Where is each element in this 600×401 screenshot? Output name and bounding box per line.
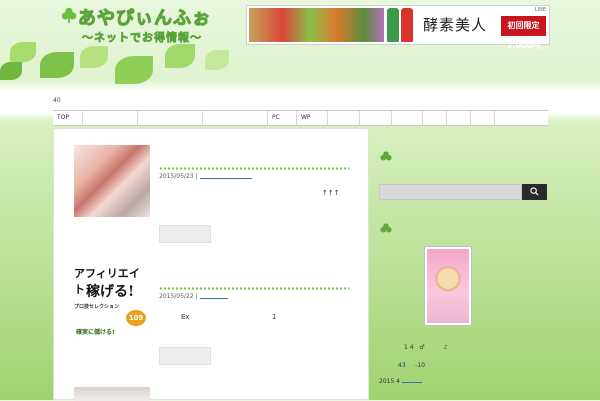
clover-icon	[380, 223, 392, 233]
profile-photo	[424, 246, 472, 326]
nav-item-pc[interactable]: PC	[268, 111, 297, 125]
profile-text: 43 -10	[398, 362, 425, 369]
post-excerpt: Ex	[181, 313, 190, 321]
post-excerpt: 1	[272, 313, 277, 321]
nav-item[interactable]	[471, 111, 495, 125]
main-content: 2015/05/23 | ↑↑↑ アフィリエイト 稼げる! プロ技セレクション …	[53, 128, 369, 401]
leaf-decoration	[165, 44, 195, 68]
leaf-decoration	[0, 62, 22, 80]
nav-item[interactable]	[83, 111, 138, 125]
leaf-decoration	[115, 56, 153, 84]
read-more-button[interactable]	[159, 225, 211, 243]
leaf-decoration	[40, 52, 74, 78]
site-header: あやぴぃんふぉ ～ネットでお得情報～ 酵素美人 初回限定 2,000円 LINE	[0, 0, 600, 92]
post-excerpt: ↑↑↑	[322, 189, 340, 197]
post-thumbnail[interactable]	[74, 145, 150, 217]
thumbnail-badge: プロ技セレクション	[74, 304, 120, 310]
nav-item[interactable]	[495, 111, 548, 125]
thumbnail-footer: 確実に儲ける!	[76, 329, 115, 336]
logo-title: あやぴぃんふぉ	[78, 8, 211, 30]
search-input[interactable]	[379, 184, 522, 200]
leaf-decoration	[10, 42, 36, 62]
post-meta: 2015/05/23 |	[159, 173, 252, 180]
global-nav: TOP PC WP	[53, 110, 548, 126]
banner-title: 酵素美人	[423, 16, 488, 34]
profile-date: 2015 4	[379, 378, 400, 385]
dotted-divider	[159, 167, 349, 170]
avatar	[427, 249, 469, 323]
post-thumbnail[interactable]	[74, 387, 150, 401]
search-button[interactable]	[522, 184, 547, 200]
visitor-counter: 40	[53, 97, 61, 104]
bottle-image	[401, 8, 413, 42]
post-category-link[interactable]	[199, 174, 252, 179]
thumbnail-subtitle: 稼げる!	[86, 284, 135, 300]
post-meta: 2015/05/22 |	[159, 293, 228, 300]
profile-text: 2015 4	[379, 378, 422, 385]
nav-item-wp[interactable]: WP	[297, 111, 328, 125]
nav-item[interactable]	[138, 111, 203, 125]
profile-text: 1 4 ♂ ♪	[404, 344, 448, 351]
profile-link[interactable]	[401, 378, 422, 383]
read-more-button[interactable]	[159, 347, 211, 365]
nav-item[interactable]	[203, 111, 268, 125]
nav-item[interactable]	[447, 111, 471, 125]
nav-item[interactable]	[423, 111, 447, 125]
post-date: 2015/05/23 |	[159, 173, 198, 180]
clover-icon	[380, 151, 392, 161]
ad-banner[interactable]: 酵素美人 初回限定 2,000円 LINE	[246, 5, 550, 50]
site-logo[interactable]: あやぴぃんふぉ ～ネットでお得情報～	[60, 4, 220, 44]
nav-item[interactable]	[392, 111, 423, 125]
post-date: 2015/05/22 |	[159, 293, 198, 300]
thumbnail-number: 109	[126, 310, 146, 326]
nav-item[interactable]	[328, 111, 360, 125]
clover-icon	[61, 7, 77, 24]
nav-item-top[interactable]: TOP	[53, 111, 83, 125]
post-entry: アフィリエイト 稼げる! プロ技セレクション 109 確実に儲ける! 2015/…	[74, 265, 354, 365]
magnifier-icon	[530, 187, 539, 196]
post-thumbnail[interactable]: アフィリエイト 稼げる! プロ技セレクション 109 確実に儲ける!	[74, 265, 150, 337]
logo-subtitle: ～ネットでお得情報～	[82, 31, 202, 45]
bottle-image	[387, 8, 399, 42]
post-entry: 2015/05/23 | ↑↑↑	[74, 145, 354, 245]
banner-pr-label: LINE	[534, 7, 546, 13]
nav-item[interactable]	[360, 111, 392, 125]
dotted-divider	[159, 287, 349, 290]
banner-badge: 初回限定 2,000円	[501, 16, 546, 50]
post-category-link[interactable]	[199, 294, 228, 299]
vegetables-image	[249, 8, 384, 42]
leaf-decoration	[80, 46, 108, 68]
leaf-decoration	[205, 50, 229, 70]
